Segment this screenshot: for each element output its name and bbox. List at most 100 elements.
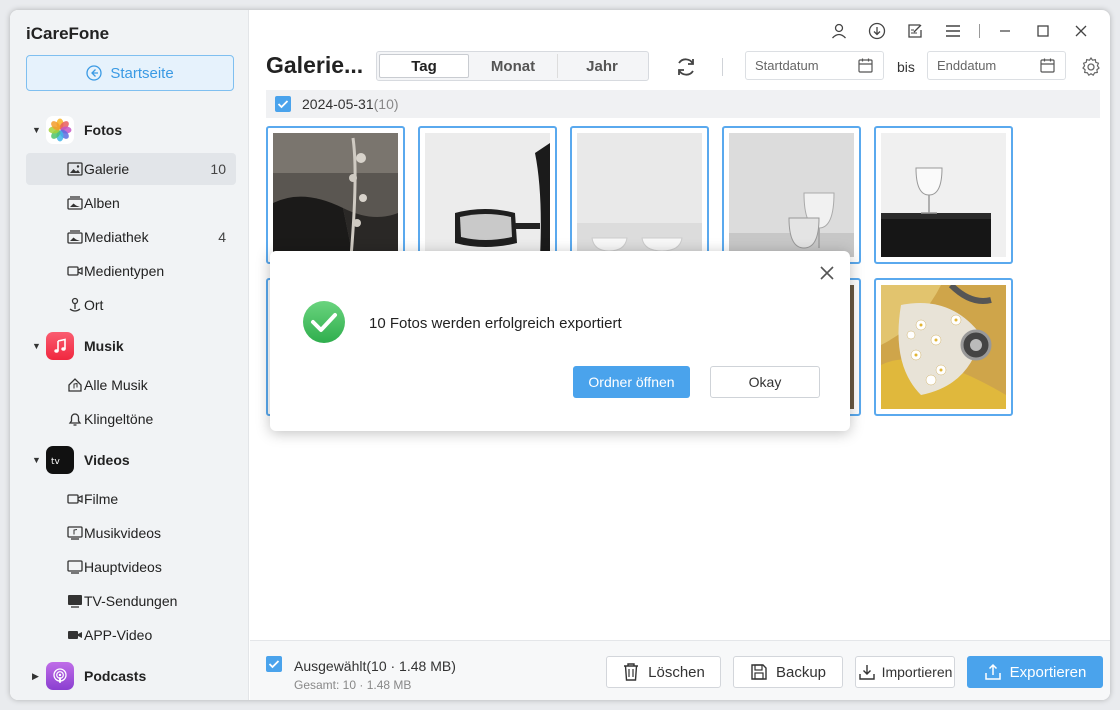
- calendar-icon[interactable]: [858, 58, 873, 73]
- home-label: Startseite: [110, 64, 174, 82]
- video-camera-icon: [66, 262, 84, 280]
- selected-summary: Ausgewählt(10 · 1.48 MB): [294, 658, 456, 674]
- tab-tag[interactable]: Tag: [379, 54, 469, 78]
- photo-thumbnail[interactable]: [874, 126, 1013, 264]
- house-music-icon: [66, 376, 84, 394]
- category-label: Musik: [84, 338, 124, 354]
- menu-icon[interactable]: [934, 20, 972, 42]
- minimize-icon[interactable]: [986, 20, 1024, 42]
- sidebar-item-label: Ort: [84, 297, 104, 313]
- start-date-placeholder: Startdatum: [755, 58, 819, 73]
- sidebar-item-app-video[interactable]: APP-Video: [26, 619, 236, 651]
- close-icon[interactable]: [1062, 20, 1100, 42]
- maximize-icon[interactable]: [1024, 20, 1062, 42]
- start-date-input[interactable]: Startdatum: [745, 51, 884, 80]
- video-camera-filled-icon: [66, 626, 84, 644]
- date-group-header: 2024-05-31(10): [266, 90, 1100, 118]
- item-count: 10: [210, 161, 226, 177]
- category-label: Videos: [84, 452, 130, 468]
- sidebar-item-label: Medientypen: [84, 263, 165, 279]
- refresh-icon[interactable]: [674, 55, 698, 79]
- expand-triangle-icon[interactable]: ▼: [32, 125, 41, 135]
- tab-jahr[interactable]: Jahr: [558, 54, 646, 78]
- tv-app-icon: tv: [46, 446, 74, 474]
- tab-monat[interactable]: Monat: [469, 54, 558, 78]
- expand-triangle-icon[interactable]: ▼: [32, 455, 41, 465]
- home-button[interactable]: Startseite: [26, 55, 234, 91]
- sidebar-item-label: TV-Sendungen: [84, 593, 178, 609]
- photo-image: [729, 133, 854, 257]
- export-label: Exportieren: [1009, 663, 1087, 681]
- svg-text:tv: tv: [51, 457, 61, 466]
- sidebar-item-ort[interactable]: Ort: [26, 289, 236, 321]
- music-video-icon: [66, 524, 84, 542]
- music-app-icon: [46, 332, 74, 360]
- calendar-icon[interactable]: [1040, 58, 1055, 73]
- photo-thumbnail[interactable]: [418, 126, 557, 264]
- sidebar-item-galerie[interactable]: Galerie 10: [26, 153, 236, 185]
- export-button[interactable]: Exportieren: [967, 656, 1103, 688]
- sidebar-item-filme[interactable]: Filme: [26, 483, 236, 515]
- video-camera-icon: [66, 490, 84, 508]
- category-label: Podcasts: [84, 668, 147, 684]
- monitor-icon: [66, 558, 84, 576]
- sidebar-item-label: Filme: [84, 491, 119, 507]
- end-date-input[interactable]: Enddatum: [927, 51, 1066, 80]
- category-musik[interactable]: ▼ Musik: [10, 329, 249, 363]
- divider: [722, 58, 723, 76]
- photo-image: [881, 133, 1006, 257]
- app-title: iCareFone: [26, 24, 110, 43]
- photo-image: [273, 133, 398, 258]
- sidebar-item-label: Klingeltöne: [84, 411, 154, 427]
- category-fotos[interactable]: ▼ Fotos: [10, 113, 249, 147]
- export-icon: [984, 663, 1001, 680]
- back-arrow-icon: [86, 65, 102, 81]
- sidebar-item-label: Mediathek: [84, 229, 149, 245]
- album-icon: [66, 194, 84, 212]
- sidebar-item-klingeltoene[interactable]: Klingeltöne: [26, 403, 236, 435]
- sidebar-item-musikvideos[interactable]: Musikvideos: [26, 517, 236, 549]
- photo-image: [577, 133, 702, 257]
- open-folder-button[interactable]: Ordner öffnen: [573, 366, 690, 398]
- save-disk-icon: [751, 664, 767, 680]
- expand-triangle-icon[interactable]: ▼: [32, 341, 41, 351]
- okay-button[interactable]: Okay: [710, 366, 820, 398]
- photo-thumbnail[interactable]: [570, 126, 709, 264]
- collapse-triangle-icon[interactable]: ▶: [32, 671, 39, 682]
- import-label: Importieren: [881, 664, 953, 680]
- backup-button[interactable]: Backup: [733, 656, 843, 688]
- feedback-icon[interactable]: [896, 20, 934, 42]
- date-count: (10): [373, 96, 399, 112]
- category-podcasts[interactable]: ▶ Podcasts: [10, 659, 249, 693]
- photo-thumbnail[interactable]: [266, 126, 405, 264]
- close-icon[interactable]: [818, 264, 836, 282]
- sidebar-item-mediathek[interactable]: Mediathek 4: [26, 221, 236, 253]
- sidebar-item-alben[interactable]: Alben: [26, 187, 236, 219]
- select-all-checkbox[interactable]: [266, 656, 282, 672]
- sidebar-item-hauptvideos[interactable]: Hauptvideos: [26, 551, 236, 583]
- photo-thumbnail[interactable]: [722, 126, 861, 264]
- library-icon: [66, 228, 84, 246]
- sidebar-item-alle-musik[interactable]: Alle Musik: [26, 369, 236, 401]
- category-videos[interactable]: ▼ tv Videos: [10, 443, 249, 477]
- photo-thumbnail[interactable]: [874, 278, 1013, 416]
- user-icon[interactable]: [820, 20, 858, 42]
- sidebar-item-tv-sendungen[interactable]: TV-Sendungen: [26, 585, 236, 617]
- download-icon[interactable]: [858, 20, 896, 42]
- date-range-separator: bis: [897, 59, 915, 75]
- page-title: Galerie...: [266, 52, 364, 78]
- delete-button[interactable]: Löschen: [606, 656, 721, 688]
- sidebar-item-label: Alben: [84, 195, 120, 211]
- bell-icon: [66, 410, 84, 428]
- sidebar-item-medientypen[interactable]: Medientypen: [26, 255, 236, 287]
- total-summary: Gesamt: 10 · 1.48 MB: [294, 678, 412, 692]
- success-check-icon: [303, 301, 345, 343]
- photos-app-icon: [46, 116, 74, 144]
- sidebar-item-label: Hauptvideos: [84, 559, 162, 575]
- window-controls: [820, 20, 1100, 42]
- import-button[interactable]: Importieren: [855, 656, 955, 688]
- gear-icon[interactable]: [1080, 56, 1102, 78]
- date-group-checkbox[interactable]: [275, 96, 291, 112]
- sidebar: iCareFone Startseite ▼ Fotos Galerie 10 …: [10, 10, 249, 700]
- bottom-toolbar: Ausgewählt(10 · 1.48 MB) Gesamt: 10 · 1.…: [250, 640, 1110, 700]
